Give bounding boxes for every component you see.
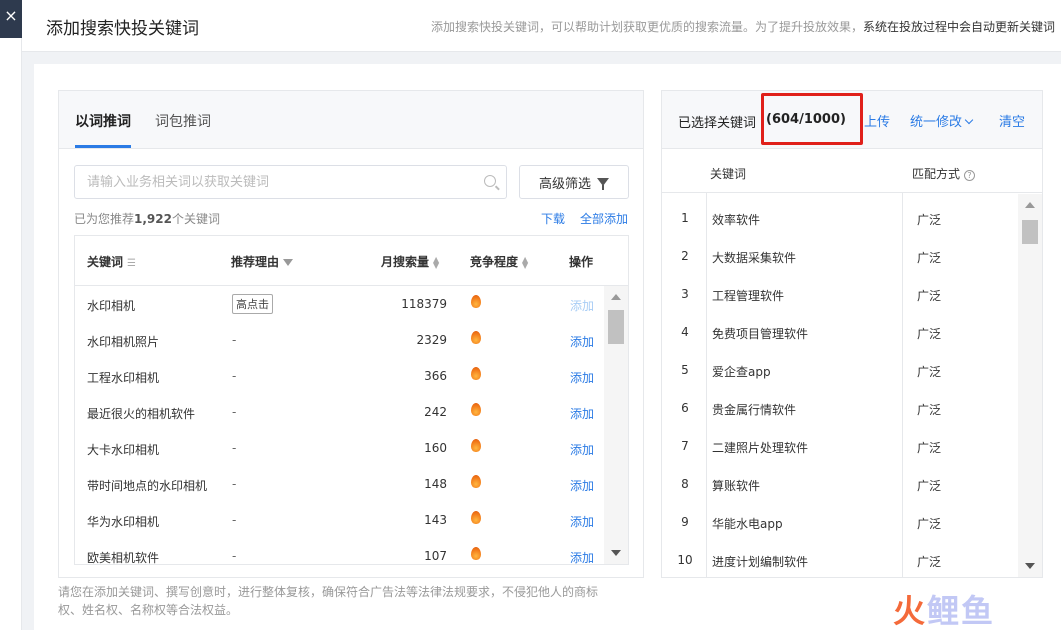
fire-icon [471,439,481,452]
table-row: 水印相机照片 - 2329 添加 [87,331,595,350]
tab-package-recommend[interactable]: 词包推词 [155,111,211,131]
list-item: 9 华能水电app 广泛 [681,515,942,532]
match-type[interactable]: 广泛 [917,249,941,266]
dialog-description: 添加搜索快投关键词，可以帮助计划获取更优质的搜索流量。为了提升投放效果，系统在投… [430,20,1055,34]
scroll-thumb[interactable] [1022,220,1038,244]
column-menu-icon[interactable]: ☰ [127,258,136,269]
active-tab-indicator [75,145,131,148]
sort-icon[interactable]: ▲ ▼ [522,255,528,269]
match-type[interactable]: 广泛 [917,363,941,380]
fire-icon [471,403,481,416]
scroll-thumb[interactable] [608,310,624,344]
selected-label: 已选择关键词 [678,116,757,131]
watermark-logo: 火鲤鱼 [893,592,996,630]
download-link[interactable]: 下载 [541,210,565,227]
recommend-panel: 以词推词 词包推词 高级筛选 已为您推荐1,922个关键词 下载 全部添加 关键… [58,90,644,578]
match-type[interactable]: 广泛 [917,439,941,456]
list-item: 2 大数据采集软件 广泛 [681,249,942,266]
tab-bar: 以词推词 词包推词 [59,91,643,149]
selected-table-header: 关键词 匹配方式? [662,149,1042,193]
list-item: 6 贵金属行情软件 广泛 [681,401,942,418]
help-icon[interactable]: ? [964,170,976,181]
col-action: 操作 [569,255,594,269]
fire-icon [471,547,481,560]
add-button[interactable]: 添加 [570,333,594,350]
dialog-title: 添加搜索快投关键词 [46,19,199,39]
scroll-down-icon[interactable] [611,550,621,556]
list-item: 7 二建照片处理软件 广泛 [681,439,942,456]
batch-edit-dropdown[interactable]: 统一修改 [910,111,974,130]
add-button[interactable]: 添加 [570,297,594,314]
match-type[interactable]: 广泛 [917,515,941,532]
sort-icon[interactable]: ▲ ▼ [433,255,439,269]
fire-icon [471,367,481,380]
list-item: 8 算账软件 广泛 [681,477,942,494]
recommend-table: 关键词 ☰ 推荐理由 月搜索量 ▲ ▼ 竞争程度 ▲ ▼ 操作 水印相机 高点击 1183… [74,235,629,565]
search-input[interactable] [75,166,455,198]
recommend-count: 已为您推荐1,922个关键词 [74,212,220,226]
search-icon[interactable] [484,175,496,187]
table-header: 关键词 ☰ 推荐理由 月搜索量 ▲ ▼ 竞争程度 ▲ ▼ 操作 [75,236,628,286]
fire-icon [471,331,481,344]
fire-icon [471,511,481,524]
close-button[interactable]: × [0,0,22,38]
left-strip [0,38,22,630]
match-type[interactable]: 广泛 [917,401,941,418]
search-box [74,165,507,199]
match-type[interactable]: 广泛 [917,325,941,342]
table-row: 工程水印相机 - 366 添加 [87,367,595,386]
add-button[interactable]: 添加 [570,477,594,494]
list-item: 3 工程管理软件 广泛 [681,287,942,304]
col-keyword[interactable]: 关键词 ☰ [87,253,136,270]
table-scrollbar[interactable] [604,286,628,564]
list-item: 1 效率软件 广泛 [681,211,942,228]
scroll-down-icon[interactable] [1025,563,1035,569]
match-type[interactable]: 广泛 [917,477,941,494]
table-row: 水印相机 高点击 118379 添加 [75,286,603,322]
col-volume[interactable]: 月搜索量 ▲ ▼ [381,253,439,270]
dialog-content: 以词推词 词包推词 高级筛选 已为您推荐1,922个关键词 下载 全部添加 关键… [34,64,1061,630]
table-row: 带时间地点的水印相机 - 148 添加 [87,475,595,494]
add-all-link[interactable]: 全部添加 [580,210,628,227]
add-button[interactable]: 添加 [570,513,594,530]
fire-icon [471,475,481,488]
col-competition[interactable]: 竞争程度 ▲ ▼ [470,253,528,270]
match-type[interactable]: 广泛 [917,211,941,228]
scroll-up-icon[interactable] [1025,202,1035,208]
add-button[interactable]: 添加 [570,405,594,422]
filter-icon[interactable] [283,259,294,266]
upload-button[interactable]: 上传 [864,111,890,130]
list-item: 10 进度计划编制软件 广泛 [677,553,942,570]
filter-icon [597,178,609,190]
fire-icon [471,295,481,308]
chevron-down-icon [964,115,974,125]
list-item: 5 爱企查app 广泛 [681,363,942,380]
add-button[interactable]: 添加 [570,441,594,458]
col-match-type: 匹配方式? [912,165,976,182]
match-type[interactable]: 广泛 [917,287,941,304]
compliance-note: 请您在添加关键词、撰写创意时，进行整体复核，确保符合广告法等法律法规要求，不侵犯… [58,585,599,617]
table-row: 大卡水印相机 - 160 添加 [87,439,595,458]
advanced-filter-button[interactable]: 高级筛选 [519,165,629,199]
selected-panel: 已选择关键词 (604/1000) 上传 统一修改 清空 关键词 匹配方式? 1… [661,90,1043,578]
table-row: 最近很火的相机软件 - 242 添加 [87,403,595,422]
table-row: 欧美相机软件 - 107 添加 [87,547,595,565]
scroll-up-icon[interactable] [611,294,621,300]
table-row: 华为水印相机 - 143 添加 [87,511,595,530]
selected-header: 已选择关键词 (604/1000) 上传 统一修改 清空 [662,91,1042,149]
reason-tag: 高点击 [232,294,273,314]
add-button[interactable]: 添加 [570,549,594,564]
col-reason[interactable]: 推荐理由 [231,253,294,270]
col-keyword: 关键词 [710,167,747,181]
tab-word-recommend[interactable]: 以词推词 [75,111,131,131]
add-button[interactable]: 添加 [570,369,594,386]
dialog-header: 添加搜索快投关键词 添加搜索快投关键词，可以帮助计划获取更优质的搜索流量。为了提… [22,0,1061,52]
list-item: 4 免费项目管理软件 广泛 [681,325,942,342]
highlight-box [761,93,863,145]
selected-scrollbar[interactable] [1018,194,1042,577]
match-type[interactable]: 广泛 [917,553,941,570]
clear-button[interactable]: 清空 [999,111,1025,130]
